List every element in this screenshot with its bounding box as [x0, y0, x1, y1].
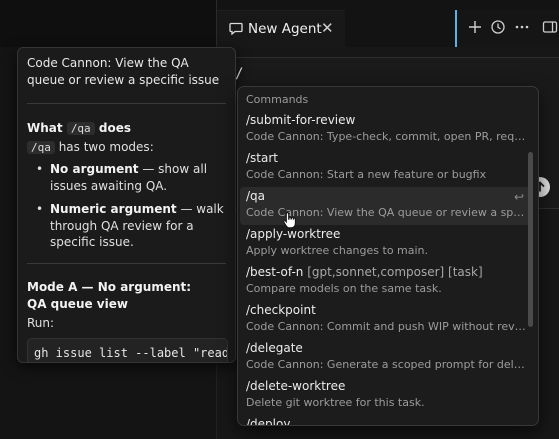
- command-name: /best-of-n [gpt,sonnet,composer] [task]: [246, 265, 483, 279]
- command-name: /qa: [246, 189, 265, 203]
- code-block[interactable]: gh issue list --label "ready-for-qa": [27, 338, 228, 362]
- panel-icon[interactable]: [542, 19, 558, 35]
- top-bar: New Agent ✕: [0, 0, 559, 48]
- command-name: /start: [246, 151, 278, 165]
- command-item[interactable]: /delete-worktree Delete git worktree for …: [240, 377, 530, 415]
- modes-list: No argument — show all issues awaiting Q…: [36, 161, 226, 258]
- command-label: /start: [246, 151, 278, 165]
- run-label: Run:: [27, 316, 55, 330]
- modes-line: /qa has two modes:: [27, 139, 154, 157]
- tab-label: New Agent: [248, 21, 322, 37]
- command-item[interactable]: /deploy: [240, 415, 530, 426]
- command-name: /submit-for-review: [246, 113, 355, 127]
- code-text: gh issue list --label "ready-for-qa": [34, 346, 228, 360]
- list-item: Numeric argument — walk through QA revie…: [36, 201, 226, 251]
- bullet-bold: Numeric argument: [50, 202, 177, 216]
- divider: [27, 263, 226, 264]
- command-description: Apply worktree changes to main.: [246, 244, 429, 257]
- command-label: /best-of-n: [246, 265, 304, 279]
- bullet-bold: No argument: [50, 162, 139, 176]
- command-name: /deploy: [246, 417, 291, 426]
- command-description: Code Cannon: Generate a scoped prompt fo…: [246, 358, 526, 371]
- command-description: Code Cannon: Type-check, commit, open PR…: [246, 130, 526, 143]
- close-icon[interactable]: ✕: [321, 19, 334, 37]
- tooltip-description: Code Cannon: View the QA queue or review…: [27, 56, 220, 87]
- commands-menu: Commands /submit-for-review Code Cannon: …: [237, 86, 539, 426]
- command-item[interactable]: /checkpoint Code Cannon: Commit and push …: [240, 301, 530, 339]
- mode-a-heading: Mode A — No argument: QA queue view: [27, 280, 192, 311]
- inline-code: /qa: [66, 122, 95, 135]
- chat-bubble-icon: [229, 22, 243, 35]
- command-item[interactable]: /start Code Cannon: Start a new feature o…: [240, 149, 530, 187]
- command-label: /deploy: [246, 417, 291, 426]
- more-icon[interactable]: [514, 19, 530, 35]
- enter-icon: ↩: [513, 190, 524, 204]
- command-name: /checkpoint: [246, 303, 316, 317]
- plus-icon[interactable]: [467, 19, 483, 35]
- command-label: /submit-for-review: [246, 113, 356, 127]
- command-description: Compare models on the same task.: [246, 282, 442, 295]
- composer-value: /: [235, 66, 244, 82]
- command-description: Code Cannon: Commit and push WIP without…: [246, 320, 526, 333]
- tooltip-heading-what: What /qa does: [27, 120, 131, 137]
- tab-new-agent[interactable]: New Agent ✕: [217, 10, 345, 48]
- command-args: [gpt,sonnet,composer] [task]: [307, 265, 483, 279]
- command-item[interactable]: /best-of-n [gpt,sonnet,composer] [task] C…: [240, 263, 530, 301]
- command-name: /delete-worktree: [246, 379, 345, 393]
- list-item: No argument — show all issues awaiting Q…: [36, 161, 226, 194]
- modes-text: has two modes:: [58, 140, 154, 154]
- scrollbar[interactable]: [528, 152, 533, 327]
- inline-code: /qa: [27, 141, 55, 154]
- history-icon[interactable]: [490, 19, 506, 35]
- command-name: /delegate: [246, 341, 303, 355]
- command-item[interactable]: /delegate Code Cannon: Generate a scoped …: [240, 339, 530, 377]
- sidebar-header: [0, 0, 217, 47]
- command-description: Code Cannon: Start a new feature or bugf…: [246, 168, 487, 181]
- command-item[interactable]: /submit-for-review Code Cannon: Type-chec…: [240, 111, 530, 149]
- hand-cursor-icon: [283, 212, 296, 229]
- commands-header: Commands: [246, 93, 309, 106]
- heading-prefix: What: [27, 121, 63, 135]
- command-tooltip: Code Cannon: View the QA queue or review…: [17, 47, 236, 363]
- heading-suffix: does: [98, 121, 131, 135]
- divider: [27, 103, 226, 104]
- command-label: /delete-worktree: [246, 379, 346, 393]
- top-actions: [455, 10, 559, 47]
- command-label: /qa: [246, 189, 266, 203]
- command-label: /checkpoint: [246, 303, 316, 317]
- command-label: /delegate: [246, 341, 303, 355]
- command-description: Delete git worktree for this task.: [246, 396, 425, 409]
